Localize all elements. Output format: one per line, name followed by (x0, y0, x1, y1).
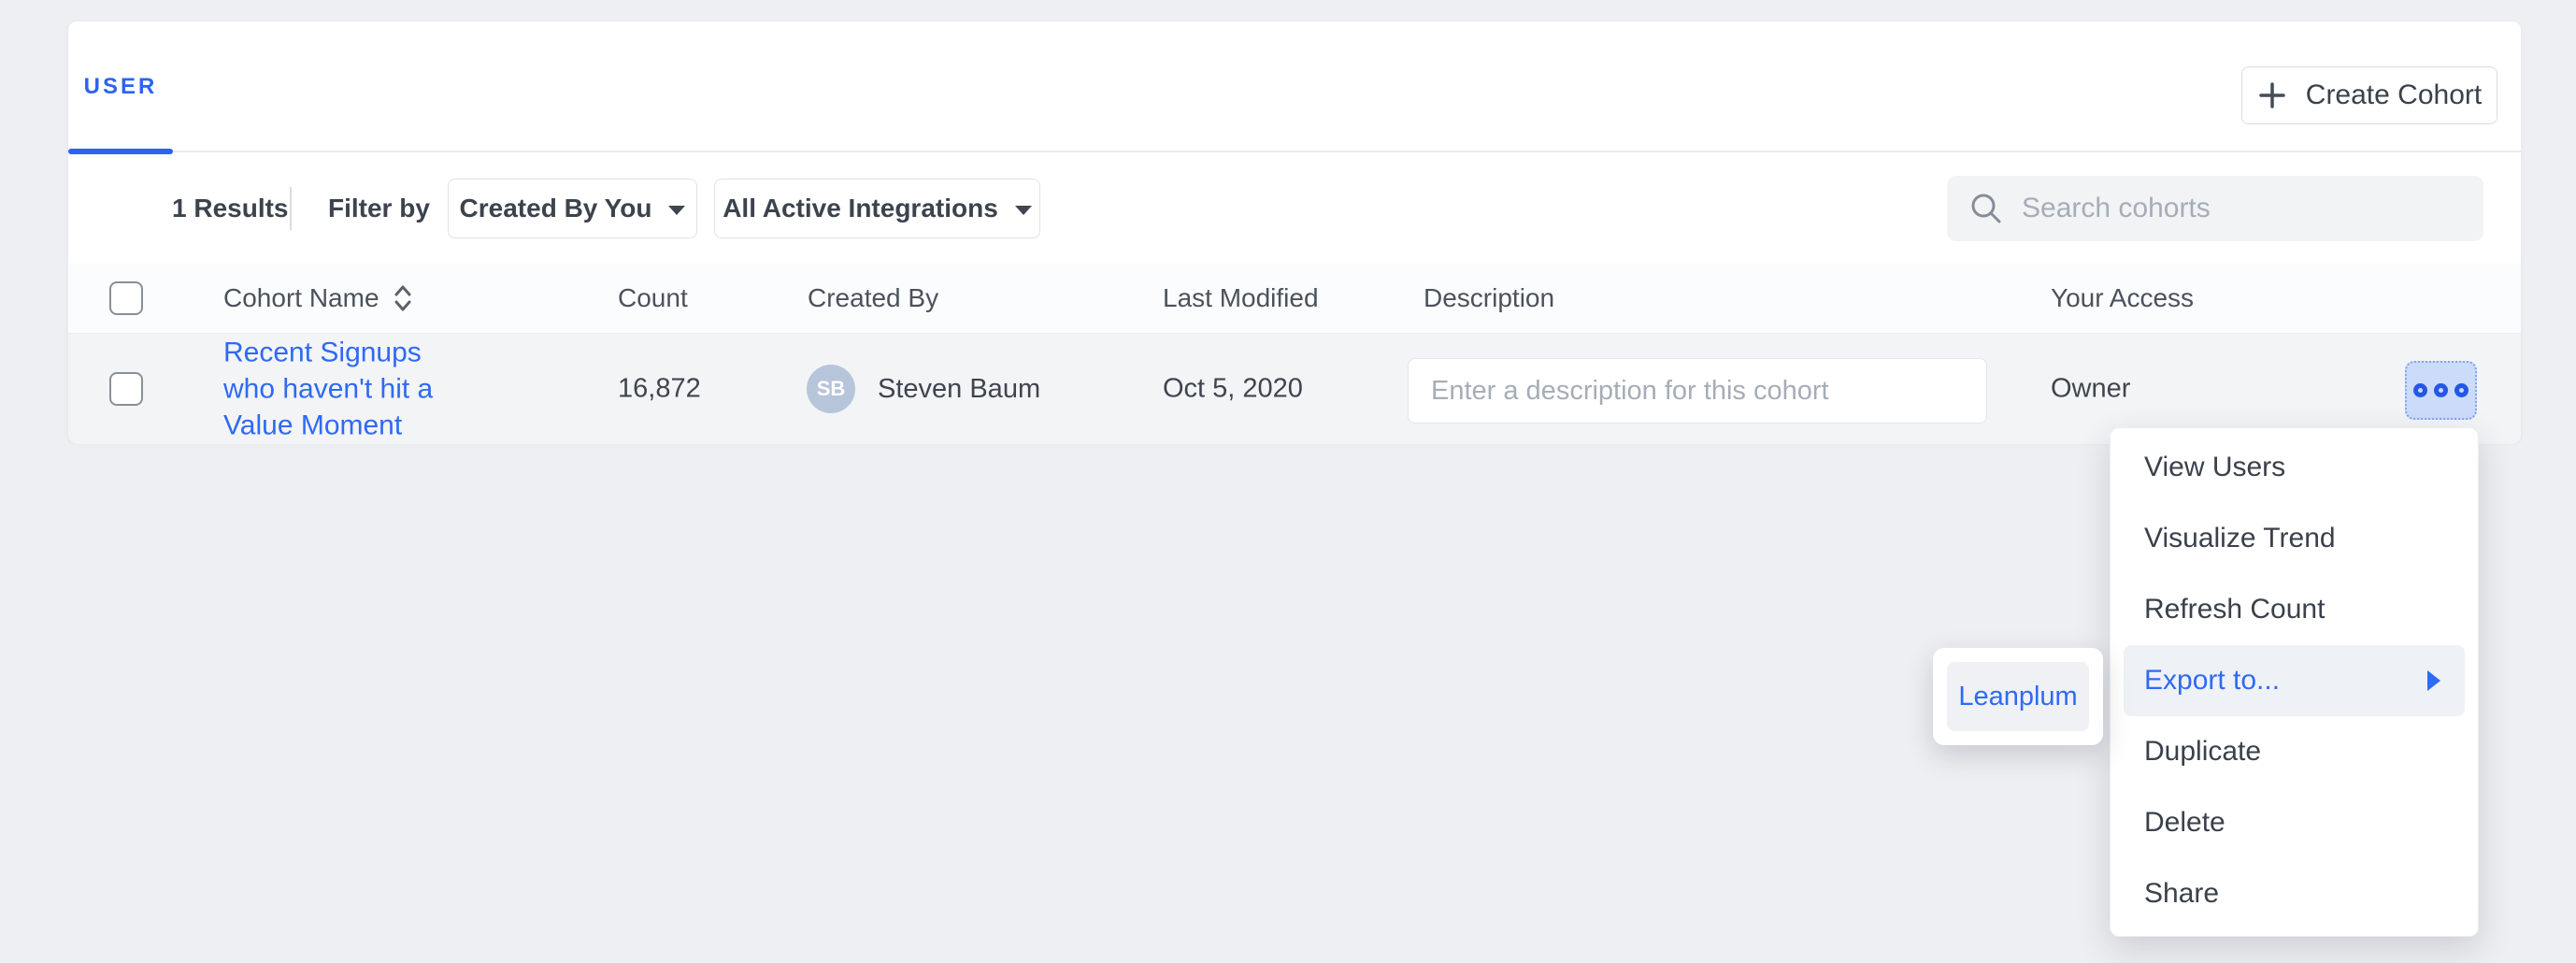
integrations-filter-dropdown[interactable]: All Active Integrations (714, 179, 1040, 238)
table-header: Cohort Name Count Created By Last Modifi… (68, 263, 2521, 334)
avatar: SB (807, 365, 855, 413)
caret-down-icon (668, 206, 685, 215)
row-actions-button[interactable] (2405, 361, 2477, 420)
menu-item-view-users[interactable]: View Users (2124, 432, 2465, 503)
menu-item-duplicate[interactable]: Duplicate (2124, 716, 2465, 787)
menu-item-delete[interactable]: Delete (2124, 787, 2465, 858)
export-submenu: Leanplum (1933, 648, 2103, 745)
row-checkbox[interactable] (109, 372, 143, 406)
created-by-filter-value: Created By You (460, 194, 652, 223)
search-cohorts-input[interactable] (2022, 193, 2461, 224)
cohorts-card: USER Create Cohort 1 Results Filter by C… (67, 21, 2522, 443)
created-by-cell: SB Steven Baum (807, 365, 1040, 413)
export-to-label: Export to... (2144, 665, 2280, 697)
create-cohort-label: Create Cohort (2306, 79, 2482, 111)
cohort-count-value: 16,872 (618, 374, 701, 405)
cohort-name-header-label: Cohort Name (223, 283, 379, 313)
menu-item-export-to[interactable]: Export to... (2124, 645, 2465, 716)
sort-updown-icon[interactable] (393, 283, 413, 313)
menu-item-share[interactable]: Share (2124, 858, 2465, 929)
tab-bar: USER Create Cohort (68, 22, 2521, 152)
plus-icon (2257, 80, 2287, 110)
column-header-count: Count (618, 283, 688, 313)
column-header-description: Description (1424, 283, 1554, 313)
column-header-last-modified: Last Modified (1163, 283, 1319, 313)
integrations-filter-value: All Active Integrations (723, 194, 998, 223)
menu-item-visualize-trend[interactable]: Visualize Trend (2124, 503, 2465, 574)
search-cohorts-box (1947, 176, 2483, 241)
description-input[interactable] (1408, 358, 1987, 424)
column-header-cohort-name[interactable]: Cohort Name (223, 283, 413, 313)
toolbar-divider (290, 187, 292, 230)
search-icon (1969, 192, 2003, 225)
select-all-checkbox[interactable] (109, 281, 143, 315)
cohort-name-link[interactable]: Recent Signups who haven't hit a Value M… (223, 335, 478, 444)
column-header-your-access: Your Access (2051, 283, 2194, 313)
tab-user-label: USER (84, 74, 158, 100)
results-count: 1 Results (172, 194, 289, 223)
create-cohort-button[interactable]: Create Cohort (2241, 66, 2497, 124)
created-by-filter-dropdown[interactable]: Created By You (448, 179, 697, 238)
last-modified-value: Oct 5, 2020 (1163, 374, 1303, 405)
submenu-item-leanplum[interactable]: Leanplum (1947, 662, 2089, 731)
tab-user[interactable]: USER (68, 22, 173, 152)
access-value: Owner (2051, 374, 2130, 405)
created-by-name: Steven Baum (878, 374, 1040, 405)
ellipsis-icon (2413, 383, 2469, 397)
row-actions-menu: View Users Visualize Trend Refresh Count… (2110, 427, 2479, 937)
cohorts-page: USER Create Cohort 1 Results Filter by C… (0, 0, 2576, 963)
caret-down-icon (1015, 206, 1032, 215)
filter-by-label: Filter by (328, 194, 430, 223)
menu-item-refresh-count[interactable]: Refresh Count (2124, 574, 2465, 645)
arrow-right-icon (2426, 668, 2442, 693)
filter-toolbar: 1 Results Filter by Created By You All A… (68, 154, 2521, 263)
column-header-created-by: Created By (808, 283, 938, 313)
